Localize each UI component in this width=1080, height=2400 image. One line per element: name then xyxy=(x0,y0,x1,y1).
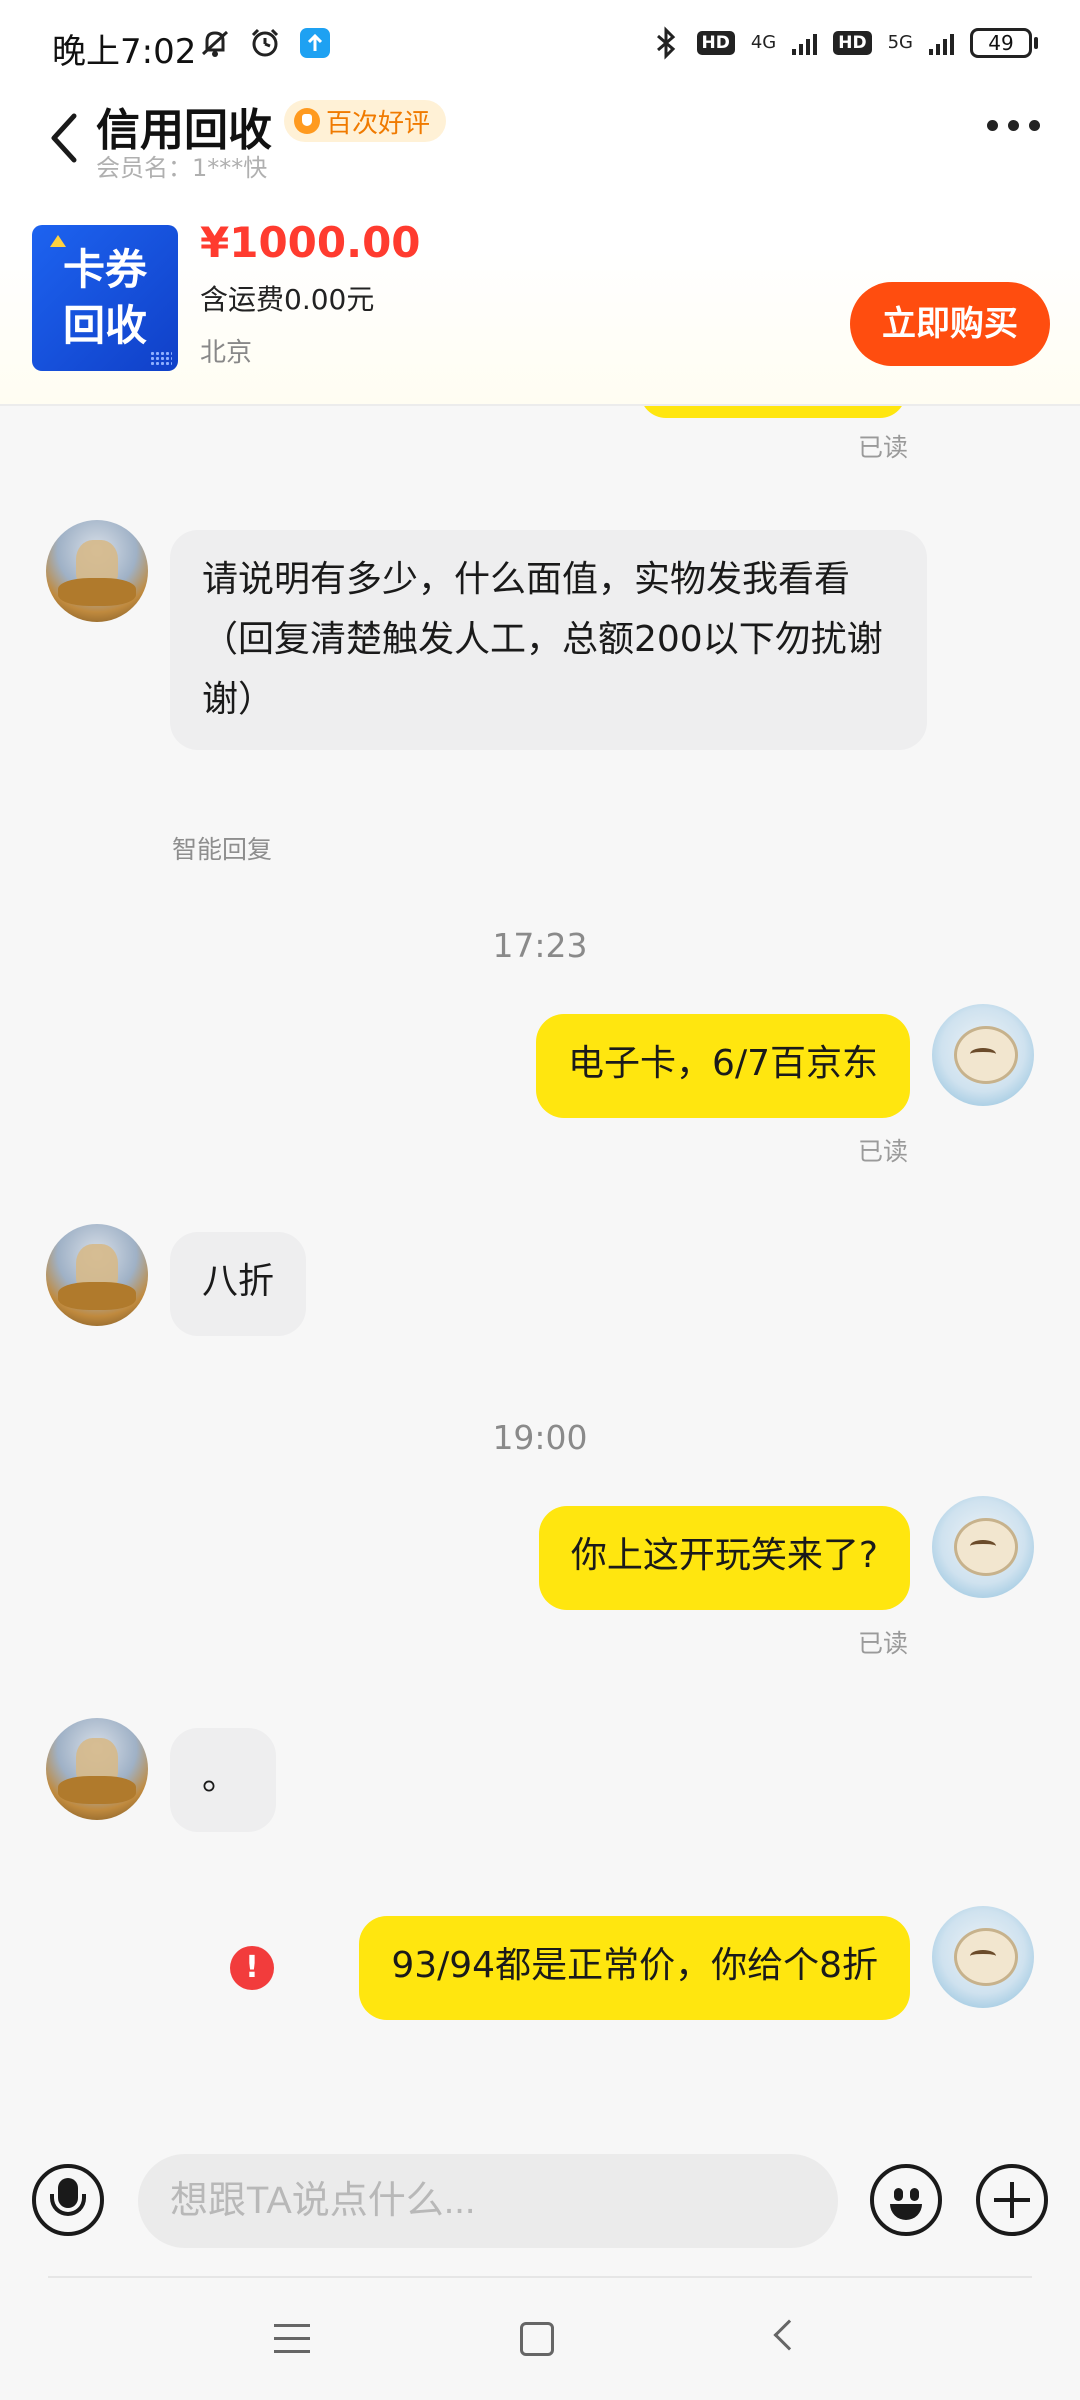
top-section: 晚上7:02 HD 4G HD 5G 49 信用回收 百次好评 会员名：1***… xyxy=(0,0,1080,405)
seller-avatar[interactable] xyxy=(46,520,148,622)
alarm-icon xyxy=(251,28,279,57)
user-avatar[interactable] xyxy=(932,1004,1034,1106)
message-bubble-out[interactable]: 你上这开玩笑来了? xyxy=(538,1506,910,1610)
message-input[interactable] xyxy=(138,2154,838,2248)
signal-bars-icon xyxy=(792,31,818,55)
message-input-wrapper[interactable] xyxy=(138,2154,838,2248)
read-receipt: 已读 xyxy=(858,1137,909,1166)
buy-now-button[interactable]: 立即购买 xyxy=(850,282,1050,366)
product-thumbnail[interactable]: 卡券 回收 xyxy=(32,225,178,371)
mute-bell-icon xyxy=(201,30,229,57)
bluetooth-icon xyxy=(656,26,675,60)
timestamp: 19:00 xyxy=(492,1418,588,1457)
status-bar: 晚上7:02 HD 4G HD 5G 49 xyxy=(0,0,1080,90)
user-avatar[interactable] xyxy=(932,1906,1034,2008)
nav-back-icon[interactable] xyxy=(773,2319,805,2351)
battery-level: 49 xyxy=(970,28,1032,58)
input-bar xyxy=(0,2126,1080,2276)
thumbnail-text-1: 卡券 xyxy=(62,245,147,294)
chat-area[interactable]: 已读 请说明有多少，什么面值，实物发我看看 （回复清楚触发人工，总额200以下勿… xyxy=(0,406,1080,2126)
thumbnail-text-2: 回收 xyxy=(62,301,147,350)
status-time: 晚上7:02 xyxy=(52,32,197,72)
read-receipt: 已读 xyxy=(858,433,909,462)
system-nav-bar xyxy=(0,2278,1080,2400)
back-arrow-icon[interactable] xyxy=(40,106,90,170)
nav-menu-icon[interactable] xyxy=(274,2324,310,2354)
network-4g: 4G xyxy=(750,32,777,53)
error-icon[interactable]: ! xyxy=(230,1946,274,1990)
previous-message-bubble xyxy=(640,406,906,418)
message-bubble-in[interactable]: 。 xyxy=(170,1728,276,1832)
member-name: 会员名：1***快 xyxy=(96,154,268,182)
status-left-icons xyxy=(198,26,332,60)
mic-icon[interactable] xyxy=(32,2164,104,2236)
status-right-icons: HD 4G HD 5G 49 xyxy=(651,26,1038,60)
emoji-icon[interactable] xyxy=(870,2164,942,2236)
badge-label: 百次好评 xyxy=(326,108,431,139)
network-5g: 5G xyxy=(887,32,913,53)
nav-home-icon[interactable] xyxy=(520,2322,554,2356)
seller-avatar[interactable] xyxy=(46,1718,148,1820)
hd-badge-1: HD xyxy=(696,31,735,55)
product-location: 北京 xyxy=(200,338,253,368)
user-avatar[interactable] xyxy=(932,1496,1034,1598)
shipping-fee: 含运费0.00元 xyxy=(200,283,375,316)
timestamp: 17:23 xyxy=(492,926,588,965)
product-price: ¥1000.00 xyxy=(200,218,421,267)
badge-icon xyxy=(294,108,320,134)
message-bubble-out[interactable]: 电子卡，6/7百京东 xyxy=(536,1014,910,1118)
signal-bars-icon-2 xyxy=(929,31,954,55)
smart-reply-label: 智能回复 xyxy=(172,835,273,864)
product-card[interactable]: 卡券 回收 ¥1000.00 含运费0.00元 北京 立即购买 xyxy=(0,218,1080,378)
plus-icon[interactable] xyxy=(976,2164,1048,2236)
upload-app-icon xyxy=(300,28,330,58)
message-bubble-in[interactable]: 请说明有多少，什么面值，实物发我看看 （回复清楚触发人工，总额200以下勿扰谢谢… xyxy=(170,530,927,750)
chat-header: 信用回收 百次好评 会员名：1***快 xyxy=(0,90,1080,190)
read-receipt: 已读 xyxy=(858,1629,909,1658)
hd-badge-2: HD xyxy=(833,31,872,55)
message-bubble-out-failed[interactable]: 93/94都是正常价，你给个8折 xyxy=(359,1916,910,2020)
rating-badge: 百次好评 xyxy=(284,100,447,142)
battery-icon: 49 xyxy=(970,28,1038,58)
more-icon[interactable] xyxy=(987,120,1040,131)
seller-avatar[interactable] xyxy=(46,1224,148,1326)
message-bubble-in[interactable]: 八折 xyxy=(170,1232,307,1336)
